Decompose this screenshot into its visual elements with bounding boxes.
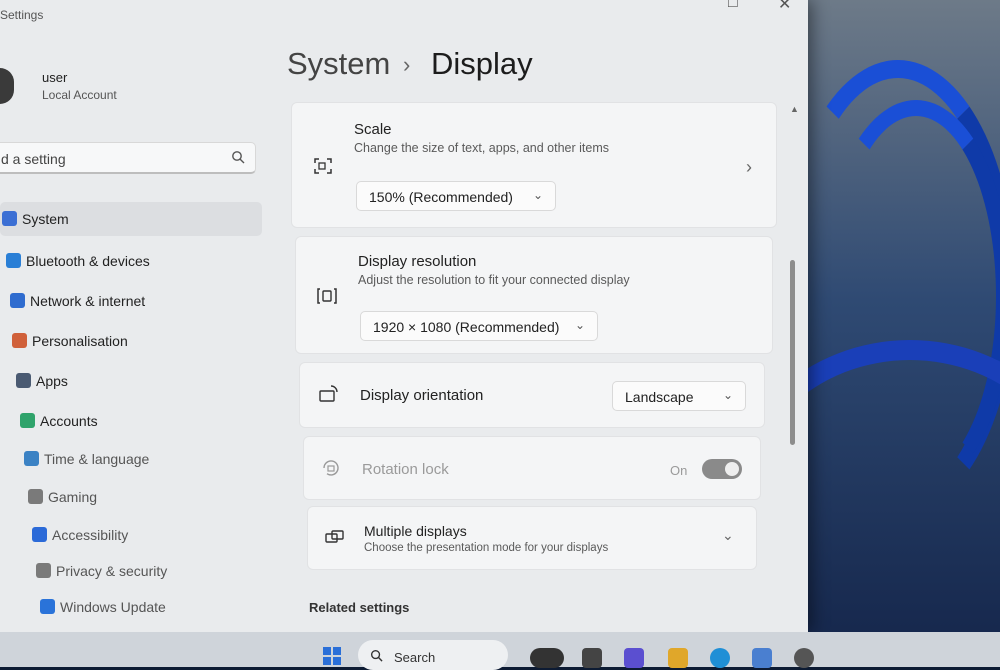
rotation-lock-state: On bbox=[670, 463, 688, 478]
brush-icon bbox=[12, 333, 27, 348]
scale-card[interactable]: Scale Change the size of text, apps, and… bbox=[291, 102, 777, 228]
multiple-displays-card[interactable]: Multiple displays Choose the presentatio… bbox=[307, 506, 757, 570]
resolution-card[interactable]: Display resolution Adjust the resolution… bbox=[295, 236, 773, 354]
rotation-lock-icon bbox=[323, 460, 339, 476]
sidebar-item-network-internet[interactable]: Network & internet bbox=[0, 284, 262, 318]
multiple-displays-description: Choose the presentation mode for your di… bbox=[364, 542, 609, 554]
chevron-right-icon[interactable]: › bbox=[746, 157, 752, 178]
resolution-title: Display resolution bbox=[358, 253, 477, 270]
avatar[interactable] bbox=[0, 68, 14, 104]
sidebar-item-bluetooth-devices[interactable]: Bluetooth & devices bbox=[0, 244, 262, 278]
teams-icon[interactable] bbox=[624, 648, 644, 668]
multiple-displays-icon bbox=[325, 530, 344, 543]
orientation-value: Landscape bbox=[625, 389, 694, 405]
taskbar-app-icon[interactable] bbox=[582, 648, 602, 668]
sidebar-item-privacy-security[interactable]: Privacy & security bbox=[0, 554, 262, 588]
system-icon bbox=[2, 211, 17, 226]
taskbar-search[interactable]: Search bbox=[358, 640, 508, 670]
settings-window: Settings □ ✕ user Local Account d a sett… bbox=[0, 0, 808, 632]
related-settings-heading: Related settings bbox=[309, 600, 410, 615]
bluetooth-icon bbox=[6, 253, 21, 268]
search-input[interactable]: d a setting bbox=[1, 151, 66, 167]
sidebar-item-system[interactable]: System bbox=[0, 202, 262, 236]
sidebar: user Local Account d a setting System Blu… bbox=[0, 28, 275, 632]
store-icon[interactable] bbox=[752, 648, 772, 668]
person-icon bbox=[20, 413, 35, 428]
sidebar-item-label: Time & language bbox=[44, 451, 150, 467]
sidebar-item-label: System bbox=[22, 211, 69, 227]
sidebar-item-label: Network & internet bbox=[30, 293, 146, 309]
breadcrumb-parent[interactable]: System bbox=[287, 46, 390, 82]
orientation-icon bbox=[319, 385, 338, 402]
sidebar-item-label: Privacy & security bbox=[56, 563, 168, 579]
sidebar-item-label: Windows Update bbox=[60, 599, 166, 615]
rotation-lock-title: Rotation lock bbox=[362, 461, 449, 478]
sidebar-item-accounts[interactable]: Accounts bbox=[0, 404, 262, 438]
controller-icon bbox=[28, 489, 43, 504]
sidebar-item-accessibility[interactable]: Accessibility bbox=[0, 518, 262, 552]
resolution-description: Adjust the resolution to fit your connec… bbox=[358, 273, 630, 287]
gear-icon[interactable] bbox=[794, 648, 814, 668]
main-content: System › Display Scale Change the size o… bbox=[275, 0, 808, 632]
resolution-icon bbox=[317, 288, 337, 304]
rotation-lock-toggle[interactable] bbox=[702, 459, 742, 479]
sidebar-item-label: Accounts bbox=[40, 413, 98, 429]
scroll-up-icon[interactable]: ▲ bbox=[790, 104, 799, 114]
search-icon bbox=[232, 151, 245, 164]
scale-description: Change the size of text, apps, and other… bbox=[354, 141, 610, 155]
accessibility-icon bbox=[32, 527, 47, 542]
sidebar-item-label: Apps bbox=[36, 373, 68, 389]
sidebar-item-label: Bluetooth & devices bbox=[26, 253, 150, 269]
sidebar-item-gaming[interactable]: Gaming bbox=[0, 480, 262, 514]
scale-title: Scale bbox=[354, 121, 392, 138]
orientation-title: Display orientation bbox=[360, 387, 484, 404]
chevron-down-icon: ⌄ bbox=[532, 188, 543, 202]
update-icon bbox=[40, 599, 55, 614]
orientation-card[interactable]: Display orientation Landscape ⌄ bbox=[299, 362, 765, 428]
toggle-knob bbox=[725, 462, 739, 476]
breadcrumb-separator: › bbox=[403, 52, 411, 77]
sidebar-item-windows-update[interactable]: Windows Update bbox=[0, 590, 262, 624]
apps-icon bbox=[16, 373, 31, 388]
account-type: Local Account bbox=[42, 88, 117, 102]
window-title: Settings bbox=[0, 8, 44, 22]
resolution-value: 1920 × 1080 (Recommended) bbox=[373, 319, 560, 335]
scrollbar[interactable]: ▲ bbox=[788, 100, 800, 630]
chevron-down-icon: ⌄ bbox=[722, 388, 733, 402]
sidebar-item-label: Accessibility bbox=[52, 527, 129, 543]
rotation-lock-card: Rotation lock On bbox=[303, 436, 761, 500]
wifi-icon bbox=[10, 293, 25, 308]
search-icon bbox=[370, 649, 383, 662]
multiple-displays-title: Multiple displays bbox=[364, 523, 467, 539]
file-explorer-icon[interactable] bbox=[668, 648, 688, 668]
chevron-down-icon[interactable]: ⌄ bbox=[722, 527, 734, 544]
globe-clock-icon bbox=[24, 451, 39, 466]
sidebar-item-personalisation[interactable]: Personalisation bbox=[0, 324, 262, 358]
scale-icon bbox=[314, 158, 332, 174]
scale-dropdown[interactable]: 150% (Recommended) ⌄ bbox=[356, 181, 556, 211]
page-title: Display bbox=[431, 46, 533, 81]
search-box[interactable]: d a setting bbox=[0, 142, 256, 174]
sidebar-item-time-language[interactable]: Time & language bbox=[0, 442, 262, 476]
taskbar: Search bbox=[0, 632, 1000, 670]
chevron-down-icon: ⌄ bbox=[574, 318, 585, 332]
scroll-thumb[interactable] bbox=[790, 260, 795, 445]
sidebar-item-label: Gaming bbox=[48, 489, 98, 505]
taskbar-search-label: Search bbox=[394, 650, 436, 665]
edge-icon[interactable] bbox=[710, 648, 730, 668]
taskbar-app-icon[interactable] bbox=[530, 648, 564, 668]
shield-icon bbox=[36, 563, 51, 578]
resolution-dropdown[interactable]: 1920 × 1080 (Recommended) ⌄ bbox=[360, 311, 598, 341]
sidebar-item-label: Personalisation bbox=[32, 333, 128, 349]
start-icon[interactable] bbox=[322, 646, 342, 666]
sidebar-item-apps[interactable]: Apps bbox=[0, 364, 262, 398]
user-name: user bbox=[42, 70, 68, 85]
scale-value: 150% (Recommended) bbox=[369, 189, 513, 205]
orientation-dropdown[interactable]: Landscape ⌄ bbox=[612, 381, 746, 411]
